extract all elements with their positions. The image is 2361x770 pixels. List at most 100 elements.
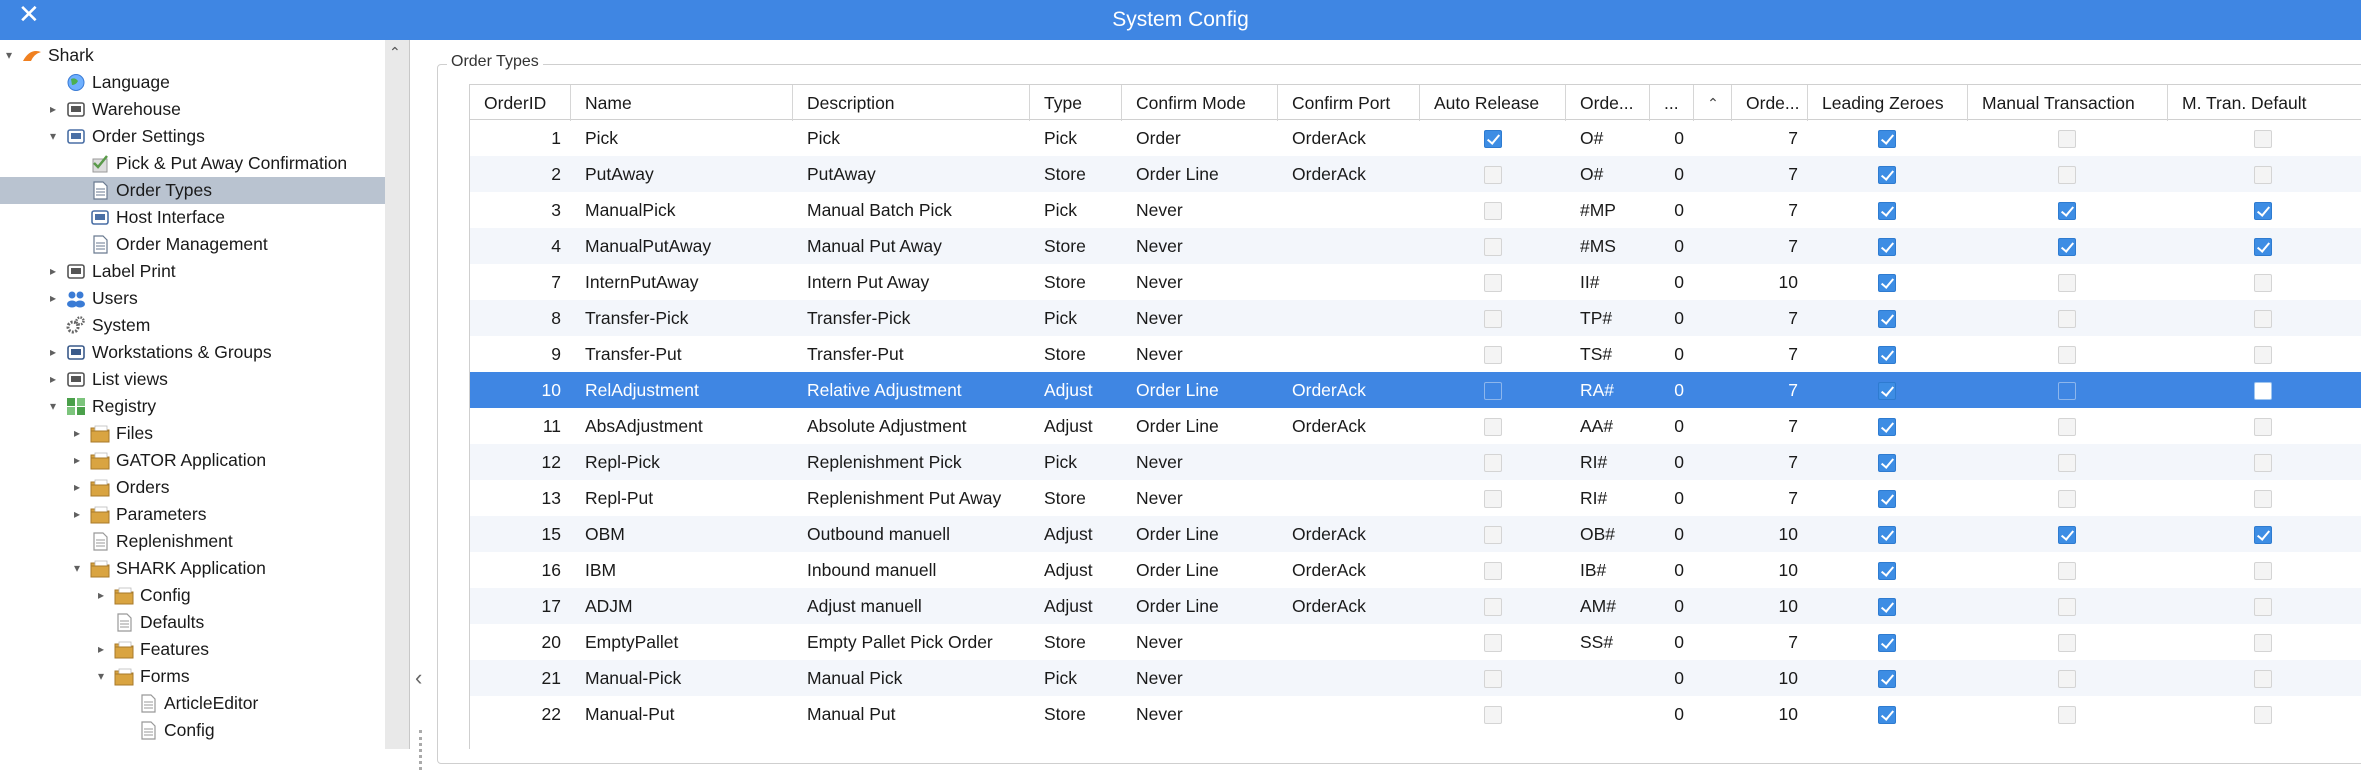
expanded-arrow-icon[interactable]: ▾ [46, 123, 60, 150]
table-row[interactable]: 12 Repl-Pick Replenishment Pick Pick Never RI… [470, 444, 2361, 480]
tree-item-files[interactable]: ▸ Files [0, 420, 385, 447]
tree-item-features[interactable]: ▸ Features [0, 636, 385, 663]
auto-release-checkbox[interactable] [1484, 130, 1502, 148]
splitter-grip[interactable] [419, 730, 423, 770]
auto-release-checkbox[interactable] [1484, 166, 1502, 184]
leading-zeroes-checkbox[interactable] [1878, 382, 1896, 400]
collapsed-arrow-icon[interactable]: ▸ [46, 96, 60, 123]
tree-item-workstations-groups[interactable]: ▸ Workstations & Groups [0, 339, 385, 366]
manual-transaction-checkbox[interactable] [2058, 382, 2076, 400]
manual-transaction-checkbox[interactable] [2058, 454, 2076, 472]
auto-release-checkbox[interactable] [1484, 274, 1502, 292]
tree-item-language[interactable]: Language [0, 69, 385, 96]
collapsed-arrow-icon[interactable]: ▸ [70, 420, 84, 447]
manual-transaction-default-checkbox[interactable] [2254, 310, 2272, 328]
column-header-manual-transaction[interactable]: Manual Transaction [1968, 85, 2168, 121]
tree-item-shark-application[interactable]: ▾ SHARK Application [0, 555, 385, 582]
manual-transaction-checkbox[interactable] [2058, 634, 2076, 652]
expanded-arrow-icon[interactable]: ▾ [70, 555, 84, 582]
leading-zeroes-checkbox[interactable] [1878, 562, 1896, 580]
manual-transaction-default-checkbox[interactable] [2254, 418, 2272, 436]
leading-zeroes-checkbox[interactable] [1878, 238, 1896, 256]
tree-item-config[interactable]: ▸ Config [0, 582, 385, 609]
auto-release-checkbox[interactable] [1484, 598, 1502, 616]
navigation-tree[interactable]: ⌃ ▾ Shark Language ▸ Warehouse ▾ Order Setting… [0, 40, 410, 749]
collapsed-arrow-icon[interactable]: ▸ [46, 285, 60, 312]
manual-transaction-default-checkbox[interactable] [2254, 202, 2272, 220]
leading-zeroes-checkbox[interactable] [1878, 490, 1896, 508]
tree-item-gator-application[interactable]: ▸ GATOR Application [0, 447, 385, 474]
collapsed-arrow-icon[interactable]: ▸ [46, 258, 60, 285]
manual-transaction-checkbox[interactable] [2058, 166, 2076, 184]
auto-release-checkbox[interactable] [1484, 382, 1502, 400]
auto-release-checkbox[interactable] [1484, 346, 1502, 364]
tree-item-registry[interactable]: ▾ Registry [0, 393, 385, 420]
expanded-arrow-icon[interactable]: ▾ [2, 42, 16, 69]
tree-item-replenishment[interactable]: Replenishment [0, 528, 385, 555]
auto-release-checkbox[interactable] [1484, 526, 1502, 544]
manual-transaction-checkbox[interactable] [2058, 526, 2076, 544]
manual-transaction-default-checkbox[interactable] [2254, 274, 2272, 292]
table-row[interactable]: 21 Manual-Pick Manual Pick Pick Never 0 10 [470, 660, 2361, 696]
manual-transaction-default-checkbox[interactable] [2254, 706, 2272, 724]
tree-item-list-views[interactable]: ▸ List views [0, 366, 385, 393]
leading-zeroes-checkbox[interactable] [1878, 166, 1896, 184]
auto-release-checkbox[interactable] [1484, 310, 1502, 328]
leading-zeroes-checkbox[interactable] [1878, 634, 1896, 652]
sort-ascending-icon[interactable]: ⌃ [1694, 85, 1732, 121]
manual-transaction-default-checkbox[interactable] [2254, 562, 2272, 580]
manual-transaction-default-checkbox[interactable] [2254, 670, 2272, 688]
tree-item-forms[interactable]: ▾ Forms [0, 663, 385, 690]
leading-zeroes-checkbox[interactable] [1878, 670, 1896, 688]
tree-item-order-management[interactable]: Order Management [0, 231, 385, 258]
auto-release-checkbox[interactable] [1484, 238, 1502, 256]
table-row[interactable]: 7 InternPutAway Intern Put Away Store Never I… [470, 264, 2361, 300]
manual-transaction-checkbox[interactable] [2058, 562, 2076, 580]
table-row[interactable]: 8 Transfer-Pick Transfer-Pick Pick Never TP# 0… [470, 300, 2361, 336]
collapsed-arrow-icon[interactable]: ▸ [70, 501, 84, 528]
manual-transaction-checkbox[interactable] [2058, 310, 2076, 328]
manual-transaction-default-checkbox[interactable] [2254, 598, 2272, 616]
tree-item-config[interactable]: Config [0, 717, 385, 744]
tree-item-orders[interactable]: ▸ Orders [0, 474, 385, 501]
expanded-arrow-icon[interactable]: ▾ [94, 663, 108, 690]
auto-release-checkbox[interactable] [1484, 706, 1502, 724]
table-row[interactable]: 17 ADJM Adjust manuell Adjust Order Line Orde… [470, 588, 2361, 624]
table-row[interactable]: 9 Transfer-Put Transfer-Put Store Never TS# 0 7 [470, 336, 2361, 372]
column-header-leading-zeroes[interactable]: Leading Zeroes [1808, 85, 1968, 121]
table-row[interactable]: 22 Manual-Put Manual Put Store Never 0 10 [470, 696, 2361, 732]
table-row[interactable]: 15 OBM Outbound manuell Adjust Order Line Ord… [470, 516, 2361, 552]
auto-release-checkbox[interactable] [1484, 634, 1502, 652]
column-header-description[interactable]: Description [793, 85, 1030, 121]
tree-item-host-interface[interactable]: Host Interface [0, 204, 385, 231]
tree-item-parameters[interactable]: ▸ Parameters [0, 501, 385, 528]
tree-item-pick-put-away-confirmation[interactable]: Pick & Put Away Confirmation [0, 150, 385, 177]
table-row[interactable]: 3 ManualPick Manual Batch Pick Pick Never #MP… [470, 192, 2361, 228]
manual-transaction-checkbox[interactable] [2058, 490, 2076, 508]
column-header-name[interactable]: Name [571, 85, 793, 121]
manual-transaction-default-checkbox[interactable] [2254, 346, 2272, 364]
manual-transaction-checkbox[interactable] [2058, 706, 2076, 724]
table-row[interactable]: 20 EmptyPallet Empty Pallet Pick Order Stor… [470, 624, 2361, 660]
auto-release-checkbox[interactable] [1484, 490, 1502, 508]
leading-zeroes-checkbox[interactable] [1878, 706, 1896, 724]
leading-zeroes-checkbox[interactable] [1878, 274, 1896, 292]
collapsed-arrow-icon[interactable]: ▸ [70, 447, 84, 474]
column-header-orde-[interactable]: Orde... [1566, 85, 1650, 121]
tree-item-system[interactable]: System [0, 312, 385, 339]
manual-transaction-checkbox[interactable] [2058, 202, 2076, 220]
manual-transaction-checkbox[interactable] [2058, 274, 2076, 292]
manual-transaction-default-checkbox[interactable] [2254, 382, 2272, 400]
tree-item-warehouse[interactable]: ▸ Warehouse [0, 96, 385, 123]
tree-item-users[interactable]: ▸ Users [0, 285, 385, 312]
auto-release-checkbox[interactable] [1484, 418, 1502, 436]
column-header-orderid[interactable]: OrderID [470, 85, 571, 121]
table-row[interactable]: 16 IBM Inbound manuell Adjust Order Line Orde… [470, 552, 2361, 588]
collapsed-arrow-icon[interactable]: ▸ [94, 636, 108, 663]
manual-transaction-default-checkbox[interactable] [2254, 490, 2272, 508]
order-types-grid[interactable]: OrderID Name Description Type Confirm Mode Co… [469, 84, 2361, 749]
tree-item-label-print[interactable]: ▸ Label Print [0, 258, 385, 285]
auto-release-checkbox[interactable] [1484, 562, 1502, 580]
manual-transaction-default-checkbox[interactable] [2254, 634, 2272, 652]
manual-transaction-checkbox[interactable] [2058, 598, 2076, 616]
